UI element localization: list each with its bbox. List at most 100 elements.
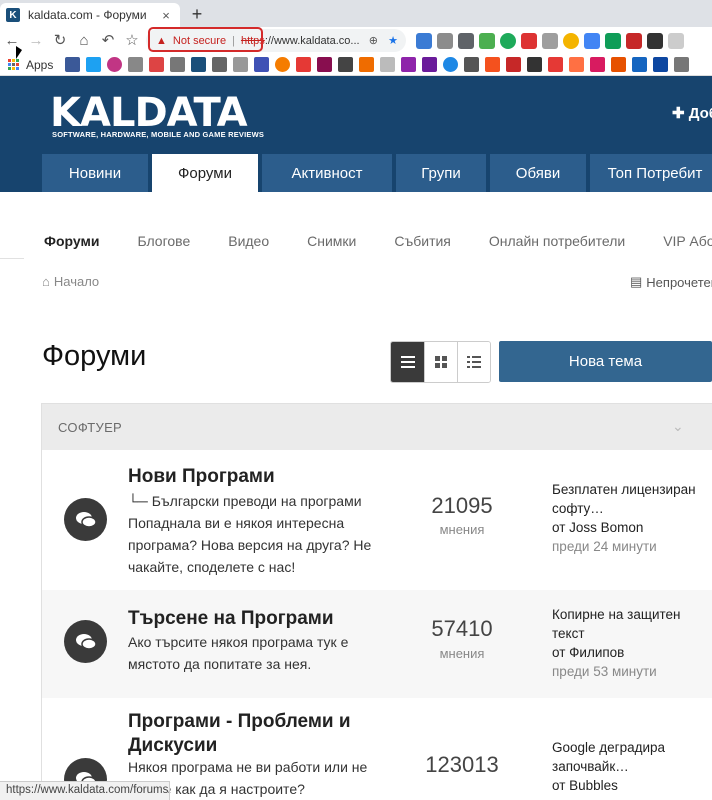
forum-row: Търсене на Програми Ако търсите някоя пр… — [42, 590, 712, 698]
bookmark-icon[interactable] — [569, 57, 585, 72]
star-filled-icon[interactable]: ★ — [388, 34, 398, 47]
new-tab-button[interactable]: + — [186, 3, 208, 25]
bookmark-icon[interactable] — [506, 57, 522, 72]
bookmark-icon[interactable] — [170, 57, 186, 72]
nav-item-forums[interactable]: Форуми — [152, 154, 258, 192]
post-count-label: мнения — [439, 646, 485, 661]
bookmark-icon[interactable] — [527, 57, 543, 72]
bookmark-icon[interactable] — [149, 57, 165, 72]
new-topic-button[interactable]: Нова тема — [499, 341, 712, 382]
home-icon[interactable]: ⌂ — [72, 29, 96, 53]
extension-icon[interactable] — [437, 32, 453, 49]
bookmark-star-icon[interactable]: ☆ — [120, 29, 144, 53]
extension-icon[interactable] — [479, 32, 495, 49]
nav-item-top-users[interactable]: Топ Потребит — [590, 154, 712, 192]
last-post-author[interactable]: от Bubbles — [552, 776, 702, 795]
reload-icon[interactable]: ↻ — [48, 29, 72, 53]
bookmark-icon[interactable] — [86, 57, 102, 72]
extension-icon[interactable] — [521, 32, 537, 49]
compact-view-button[interactable] — [457, 342, 490, 382]
extension-icon[interactable] — [500, 32, 516, 49]
last-post-title[interactable]: Безплатен лицензиран софту… — [552, 480, 702, 518]
bookmark-icon[interactable] — [338, 57, 354, 72]
extension-icon[interactable] — [626, 32, 642, 49]
extensions-row — [416, 27, 684, 54]
bookmark-icon[interactable] — [317, 57, 333, 72]
forum-title[interactable]: Търсене на Програми — [128, 607, 388, 631]
bookmark-icon[interactable] — [233, 57, 249, 72]
extension-icon[interactable] — [584, 32, 600, 49]
kaldata-favicon-icon: K — [6, 8, 20, 22]
bookmark-icon[interactable] — [611, 57, 627, 72]
bookmark-icon[interactable] — [65, 57, 81, 72]
bookmark-icon[interactable] — [380, 57, 396, 72]
bookmark-icon[interactable] — [359, 57, 375, 72]
subnav-events[interactable]: Събития — [394, 233, 451, 249]
bookmark-icon[interactable] — [296, 57, 312, 72]
bookmark-icon[interactable] — [401, 57, 417, 72]
browser-tabstrip: K kaldata.com - Форуми × + — [0, 0, 712, 27]
add-button[interactable]: ✚ Доб — [672, 104, 712, 122]
bookmark-icon[interactable] — [275, 57, 291, 72]
subnav-blogs[interactable]: Блогове — [137, 233, 190, 249]
subnav-video[interactable]: Видео — [228, 233, 269, 249]
extension-icon[interactable] — [647, 32, 663, 49]
subnav-photos[interactable]: Снимки — [307, 233, 356, 249]
browser-tab[interactable]: K kaldata.com - Форуми × — [0, 3, 180, 27]
subnav-forums[interactable]: Форуми — [44, 233, 99, 249]
last-post-title[interactable]: Копирне на защитен текст — [552, 605, 702, 643]
breadcrumb-home[interactable]: Начало — [54, 274, 99, 289]
url-text: ://www.kaldata.co... — [264, 34, 360, 47]
bookmark-icon[interactable] — [107, 57, 123, 72]
subnav-vip[interactable]: VIP Абон — [663, 233, 712, 249]
chevron-down-icon[interactable]: ⌄ — [672, 418, 684, 435]
forum-title[interactable]: Нови Програми — [128, 465, 388, 489]
bookmark-icon[interactable] — [653, 57, 669, 72]
category-name: СОФТУЕР — [58, 419, 123, 435]
bookmark-icon[interactable] — [632, 57, 648, 72]
nav-item-ads[interactable]: Обяви — [490, 154, 586, 192]
extension-icon[interactable] — [542, 32, 558, 49]
extension-icon[interactable] — [458, 32, 474, 49]
subnav-online-users[interactable]: Онлайн потребители — [489, 233, 625, 249]
forum-description-text: Попаднала ви е някоя интересна програма?… — [128, 515, 372, 575]
nav-item-news[interactable]: Новини — [42, 154, 148, 192]
apps-grid-icon[interactable] — [8, 58, 20, 71]
bookmark-icon[interactable] — [590, 57, 606, 72]
divider — [0, 258, 24, 259]
extension-icon[interactable] — [563, 32, 579, 49]
undo-icon[interactable]: ↶ — [96, 29, 120, 53]
grid-view-icon — [435, 356, 447, 368]
bookmark-icon[interactable] — [485, 57, 501, 72]
extension-icon[interactable] — [416, 32, 432, 49]
subforum-link[interactable]: Български преводи на програми — [152, 493, 362, 509]
bookmark-icon[interactable] — [191, 57, 207, 72]
forward-icon[interactable]: → — [24, 29, 48, 53]
bookmark-icon[interactable] — [128, 57, 144, 72]
bookmark-icon[interactable] — [422, 57, 438, 72]
tab-close-icon[interactable]: × — [158, 8, 174, 23]
category-header[interactable]: СОФТУЕР ⌄ — [42, 404, 712, 450]
forum-category: СОФТУЕР ⌄ Нови Програми └─ Български пре… — [41, 403, 712, 800]
bookmark-icon[interactable] — [443, 57, 459, 72]
extension-icon[interactable] — [605, 32, 621, 49]
list-view-button[interactable] — [391, 342, 424, 382]
apps-bookmark[interactable]: Apps — [26, 58, 53, 72]
bookmark-icon[interactable] — [212, 57, 228, 72]
site-header: KALDATA SOFTWARE, HARDWARE, MOBILE AND G… — [0, 76, 712, 192]
extension-icon[interactable] — [668, 32, 684, 49]
forum-title[interactable]: Програми - Проблеми и Дискусии — [128, 710, 388, 758]
last-post-title[interactable]: Google деградира започвайк… — [552, 738, 702, 776]
bookmark-icon[interactable] — [548, 57, 564, 72]
forum-description: └─ Български преводи на програми Попадна… — [128, 490, 383, 578]
last-post-author[interactable]: от Joss Bomon — [552, 518, 702, 537]
grid-view-button[interactable] — [424, 342, 457, 382]
bookmark-icon[interactable] — [674, 57, 690, 72]
unread-link[interactable]: ▤ Непрочетен — [630, 274, 712, 290]
zoom-icon[interactable]: ⊕ — [369, 34, 378, 47]
last-post-author[interactable]: от Филипов — [552, 643, 702, 662]
bookmark-icon[interactable] — [254, 57, 270, 72]
bookmark-icon[interactable] — [464, 57, 480, 72]
nav-item-activity[interactable]: Активност — [262, 154, 392, 192]
nav-item-groups[interactable]: Групи — [396, 154, 486, 192]
